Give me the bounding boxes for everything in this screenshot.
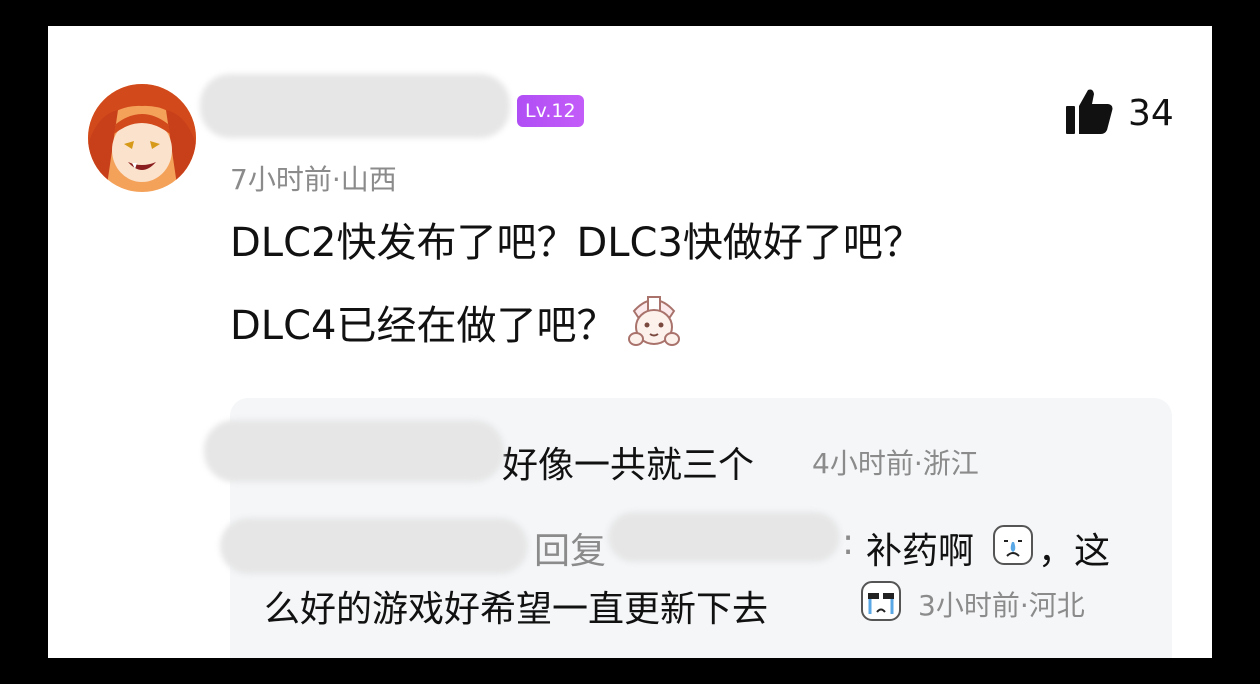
reply-2-text-part-2: ，这 xyxy=(1038,531,1111,572)
like-button[interactable]: 34 xyxy=(1066,88,1174,138)
reply-2-target-username-blurred[interactable] xyxy=(608,512,840,562)
like-count: 34 xyxy=(1128,92,1174,134)
reply-2-text-part-1: 补药啊 xyxy=(866,531,975,572)
comment-text-line-1: DLC2快发布了吧？DLC3快做好了吧？ xyxy=(230,220,923,266)
reply-2-meta: 3小时前·河北 xyxy=(918,589,1085,622)
level-badge: Lv.12 xyxy=(517,95,584,127)
face-with-hands-emoji-icon xyxy=(626,293,682,359)
reply-2-text-line-2: 么好的游戏好希望一直更新下去 xyxy=(264,589,769,630)
reply-2-colon: : xyxy=(842,522,855,563)
reply-2-username-blurred[interactable] xyxy=(220,518,528,574)
comment-text-line-2: DLC4已经在做了吧？ xyxy=(230,303,617,349)
avatar[interactable] xyxy=(88,84,196,192)
username-blurred[interactable] xyxy=(200,74,510,138)
thumbs-up-icon xyxy=(1066,88,1114,138)
crying-face-emoji-icon xyxy=(860,580,902,626)
reply-2-reply-word: 回复 xyxy=(534,531,607,572)
reply-1-text: 好像一共就三个 xyxy=(502,445,755,486)
comment-card: Lv.12 7小时前·山西 34 DLC2快发布了吧？DLC3快做好了吧？ DL… xyxy=(48,26,1212,658)
reply-1-username-blurred[interactable] xyxy=(204,420,504,482)
comment-meta: 7小时前·山西 xyxy=(230,163,397,196)
reply-1-meta: 4小时前·浙江 xyxy=(812,447,979,480)
comment-content: DLC2快发布了吧？DLC3快做好了吧？ DLC4已经在做了吧？ xyxy=(230,220,1130,359)
crying-face-emoji-icon xyxy=(992,524,1034,570)
